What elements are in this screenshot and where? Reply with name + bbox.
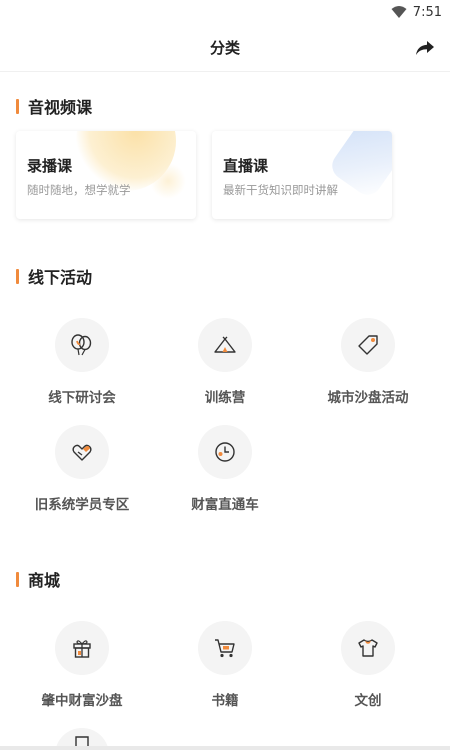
share-button[interactable] [414,38,436,58]
bottom-divider [0,746,450,750]
icon-circle [55,425,109,479]
icon-circle [198,425,252,479]
offline-item-seminar[interactable]: 线下研讨会 [10,318,154,418]
card-decoration [150,163,186,199]
balloons-icon [71,334,92,356]
item-label: 书籍 [211,693,239,709]
item-label: 旧系统学员专区 [34,497,130,513]
offline-item-city-sandbox[interactable]: 城市沙盘活动 [296,318,440,418]
icon-circle [55,621,109,675]
wifi-icon [391,6,407,18]
section-accent-bar [16,98,19,114]
item-label: 训练营 [204,390,246,406]
clock-icon [215,442,235,462]
tent-icon [214,336,236,353]
section-accent-bar [16,571,19,587]
icon-circle [341,318,395,372]
offline-item-legacy-students[interactable]: 旧系统学员专区 [10,425,154,525]
course-name: 直播课 [223,157,269,175]
mall-item-sandbox[interactable]: 肇中财富沙盘 [10,621,154,721]
mall-item-creative[interactable]: 文创 [296,621,440,721]
status-time: 7:51 [412,4,442,20]
icon-circle [198,621,252,675]
item-label: 文创 [354,693,382,709]
share-icon [416,41,434,55]
section-title-text: 线下活动 [28,268,93,287]
mall-item-books[interactable]: 书籍 [153,621,297,721]
course-card-recorded[interactable]: 录播课 随时随地，想学就学 [16,131,196,219]
tag-icon [358,335,378,355]
section-title-text: 商城 [28,571,61,590]
course-name: 录播课 [27,157,73,175]
item-label: 财富直通车 [191,497,259,513]
item-label: 城市沙盘活动 [327,390,409,406]
course-desc: 最新干货知识即时讲解 [223,183,338,197]
course-desc: 随时随地，想学就学 [27,183,131,197]
cart-icon [215,639,235,658]
tshirt-icon [358,639,378,657]
section-title-offline: 线下活动 [16,264,92,288]
item-label: 肇中财富沙盘 [41,693,123,709]
status-bar: 7:51 [0,0,450,24]
offline-item-camp[interactable]: 训练营 [153,318,297,418]
course-card-live[interactable]: 直播课 最新干货知识即时讲解 [212,131,392,219]
heart-hand-icon [72,444,92,461]
gift-icon [73,640,91,658]
item-label: 线下研讨会 [48,390,116,406]
section-title-mall: 商城 [16,567,60,591]
section-title-video: 音视频课 [16,94,92,118]
page-title: 分类 [209,39,240,57]
app-bar: 分类 [0,24,450,72]
section-title-text: 音视频课 [28,98,93,117]
icon-circle [55,318,109,372]
section-accent-bar [16,268,19,284]
offline-item-wealth-express[interactable]: 财富直通车 [153,425,297,525]
icon-circle [198,318,252,372]
icon-circle [341,621,395,675]
